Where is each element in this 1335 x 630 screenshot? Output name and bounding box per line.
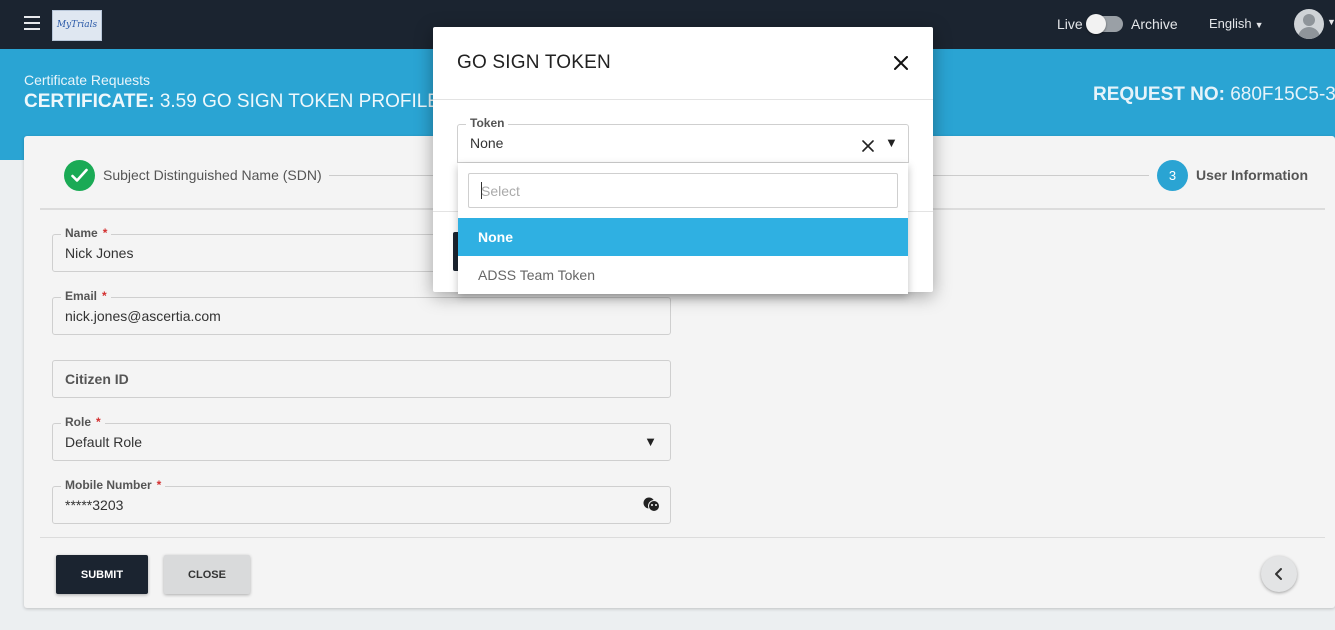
dropdown-search-input[interactable] — [468, 173, 898, 208]
chevron-down-icon[interactable]: ▼ — [885, 135, 898, 150]
close-button[interactable]: CLOSE — [164, 555, 250, 594]
token-select[interactable]: Token None ▼ — [457, 116, 909, 163]
live-label: Live — [1057, 16, 1083, 32]
mobile-field-label: Mobile Number * — [61, 478, 166, 492]
email-field-value: nick.jones@ascertia.com — [65, 308, 221, 324]
text-cursor — [481, 182, 482, 199]
stepper-connector — [933, 175, 1149, 176]
user-avatar-icon[interactable] — [1294, 9, 1324, 39]
step3-label[interactable]: User Information — [1196, 167, 1308, 183]
step1-label[interactable]: Subject Distinguished Name (SDN) — [103, 167, 322, 183]
email-field-label: Email * — [61, 289, 111, 303]
toggle-knob — [1086, 14, 1106, 34]
language-label: English — [1209, 16, 1252, 31]
name-field-value: Nick Jones — [65, 245, 134, 261]
request-number: REQUEST NO: 680F15C5-39 — [1093, 84, 1335, 106]
archive-label: Archive — [1131, 16, 1178, 32]
mask-toggle-icon[interactable] — [643, 497, 660, 517]
mobile-number-field[interactable]: Mobile Number * *****3203 — [52, 478, 671, 524]
token-field-value: None — [470, 135, 504, 151]
dropdown-option-adss-team-token[interactable]: ADSS Team Token — [458, 256, 908, 294]
hamburger-menu-icon[interactable] — [24, 16, 40, 30]
citizen-id-placeholder: Citizen ID — [65, 371, 129, 387]
live-archive-toggle[interactable] — [1086, 14, 1123, 34]
request-value: 680F15C5-39 — [1230, 84, 1335, 105]
dialog-header-divider — [433, 99, 933, 100]
dropdown-option-none[interactable]: None — [458, 218, 908, 256]
token-field-label: Token — [466, 116, 509, 130]
role-field-label: Role * — [61, 415, 105, 429]
citizen-id-field[interactable]: Citizen ID — [52, 360, 671, 398]
title-value: 3.59 GO SIGN TOKEN PROFILE — [159, 91, 440, 112]
chevron-down-icon: ▼ — [644, 434, 657, 449]
page-title: CERTIFICATE: 3.59 GO SIGN TOKEN PROFILE — [24, 91, 440, 113]
step3-number[interactable]: 3 — [1157, 160, 1188, 191]
name-field-label: Name * — [61, 226, 112, 240]
token-dropdown-menu: None ADSS Team Token — [458, 163, 908, 294]
language-selector[interactable]: English ▼ — [1209, 16, 1264, 31]
avatar-chevron-down-icon[interactable]: ▼ — [1327, 17, 1335, 27]
stepper-connector — [329, 175, 433, 176]
email-field[interactable]: Email * nick.jones@ascertia.com — [52, 289, 671, 335]
request-prefix: REQUEST NO: — [1093, 84, 1225, 105]
breadcrumb[interactable]: Certificate Requests — [24, 72, 150, 88]
app-logo[interactable]: MyTrials — [52, 10, 102, 41]
title-prefix: CERTIFICATE: — [24, 91, 155, 112]
close-icon[interactable] — [894, 56, 908, 70]
submit-button[interactable]: SUBMIT — [56, 555, 148, 594]
footer-divider — [40, 537, 1325, 538]
dialog-title: GO SIGN TOKEN — [457, 52, 611, 73]
role-select[interactable]: Role * Default Role ▼ — [52, 415, 671, 461]
collapse-chevron-left-icon[interactable] — [1261, 556, 1297, 592]
mobile-field-value: *****3203 — [65, 497, 124, 513]
chevron-down-icon: ▼ — [1254, 20, 1264, 30]
clear-selection-icon[interactable] — [862, 139, 874, 152]
step-complete-check-icon[interactable] — [64, 160, 95, 191]
role-field-value: Default Role — [65, 434, 143, 450]
